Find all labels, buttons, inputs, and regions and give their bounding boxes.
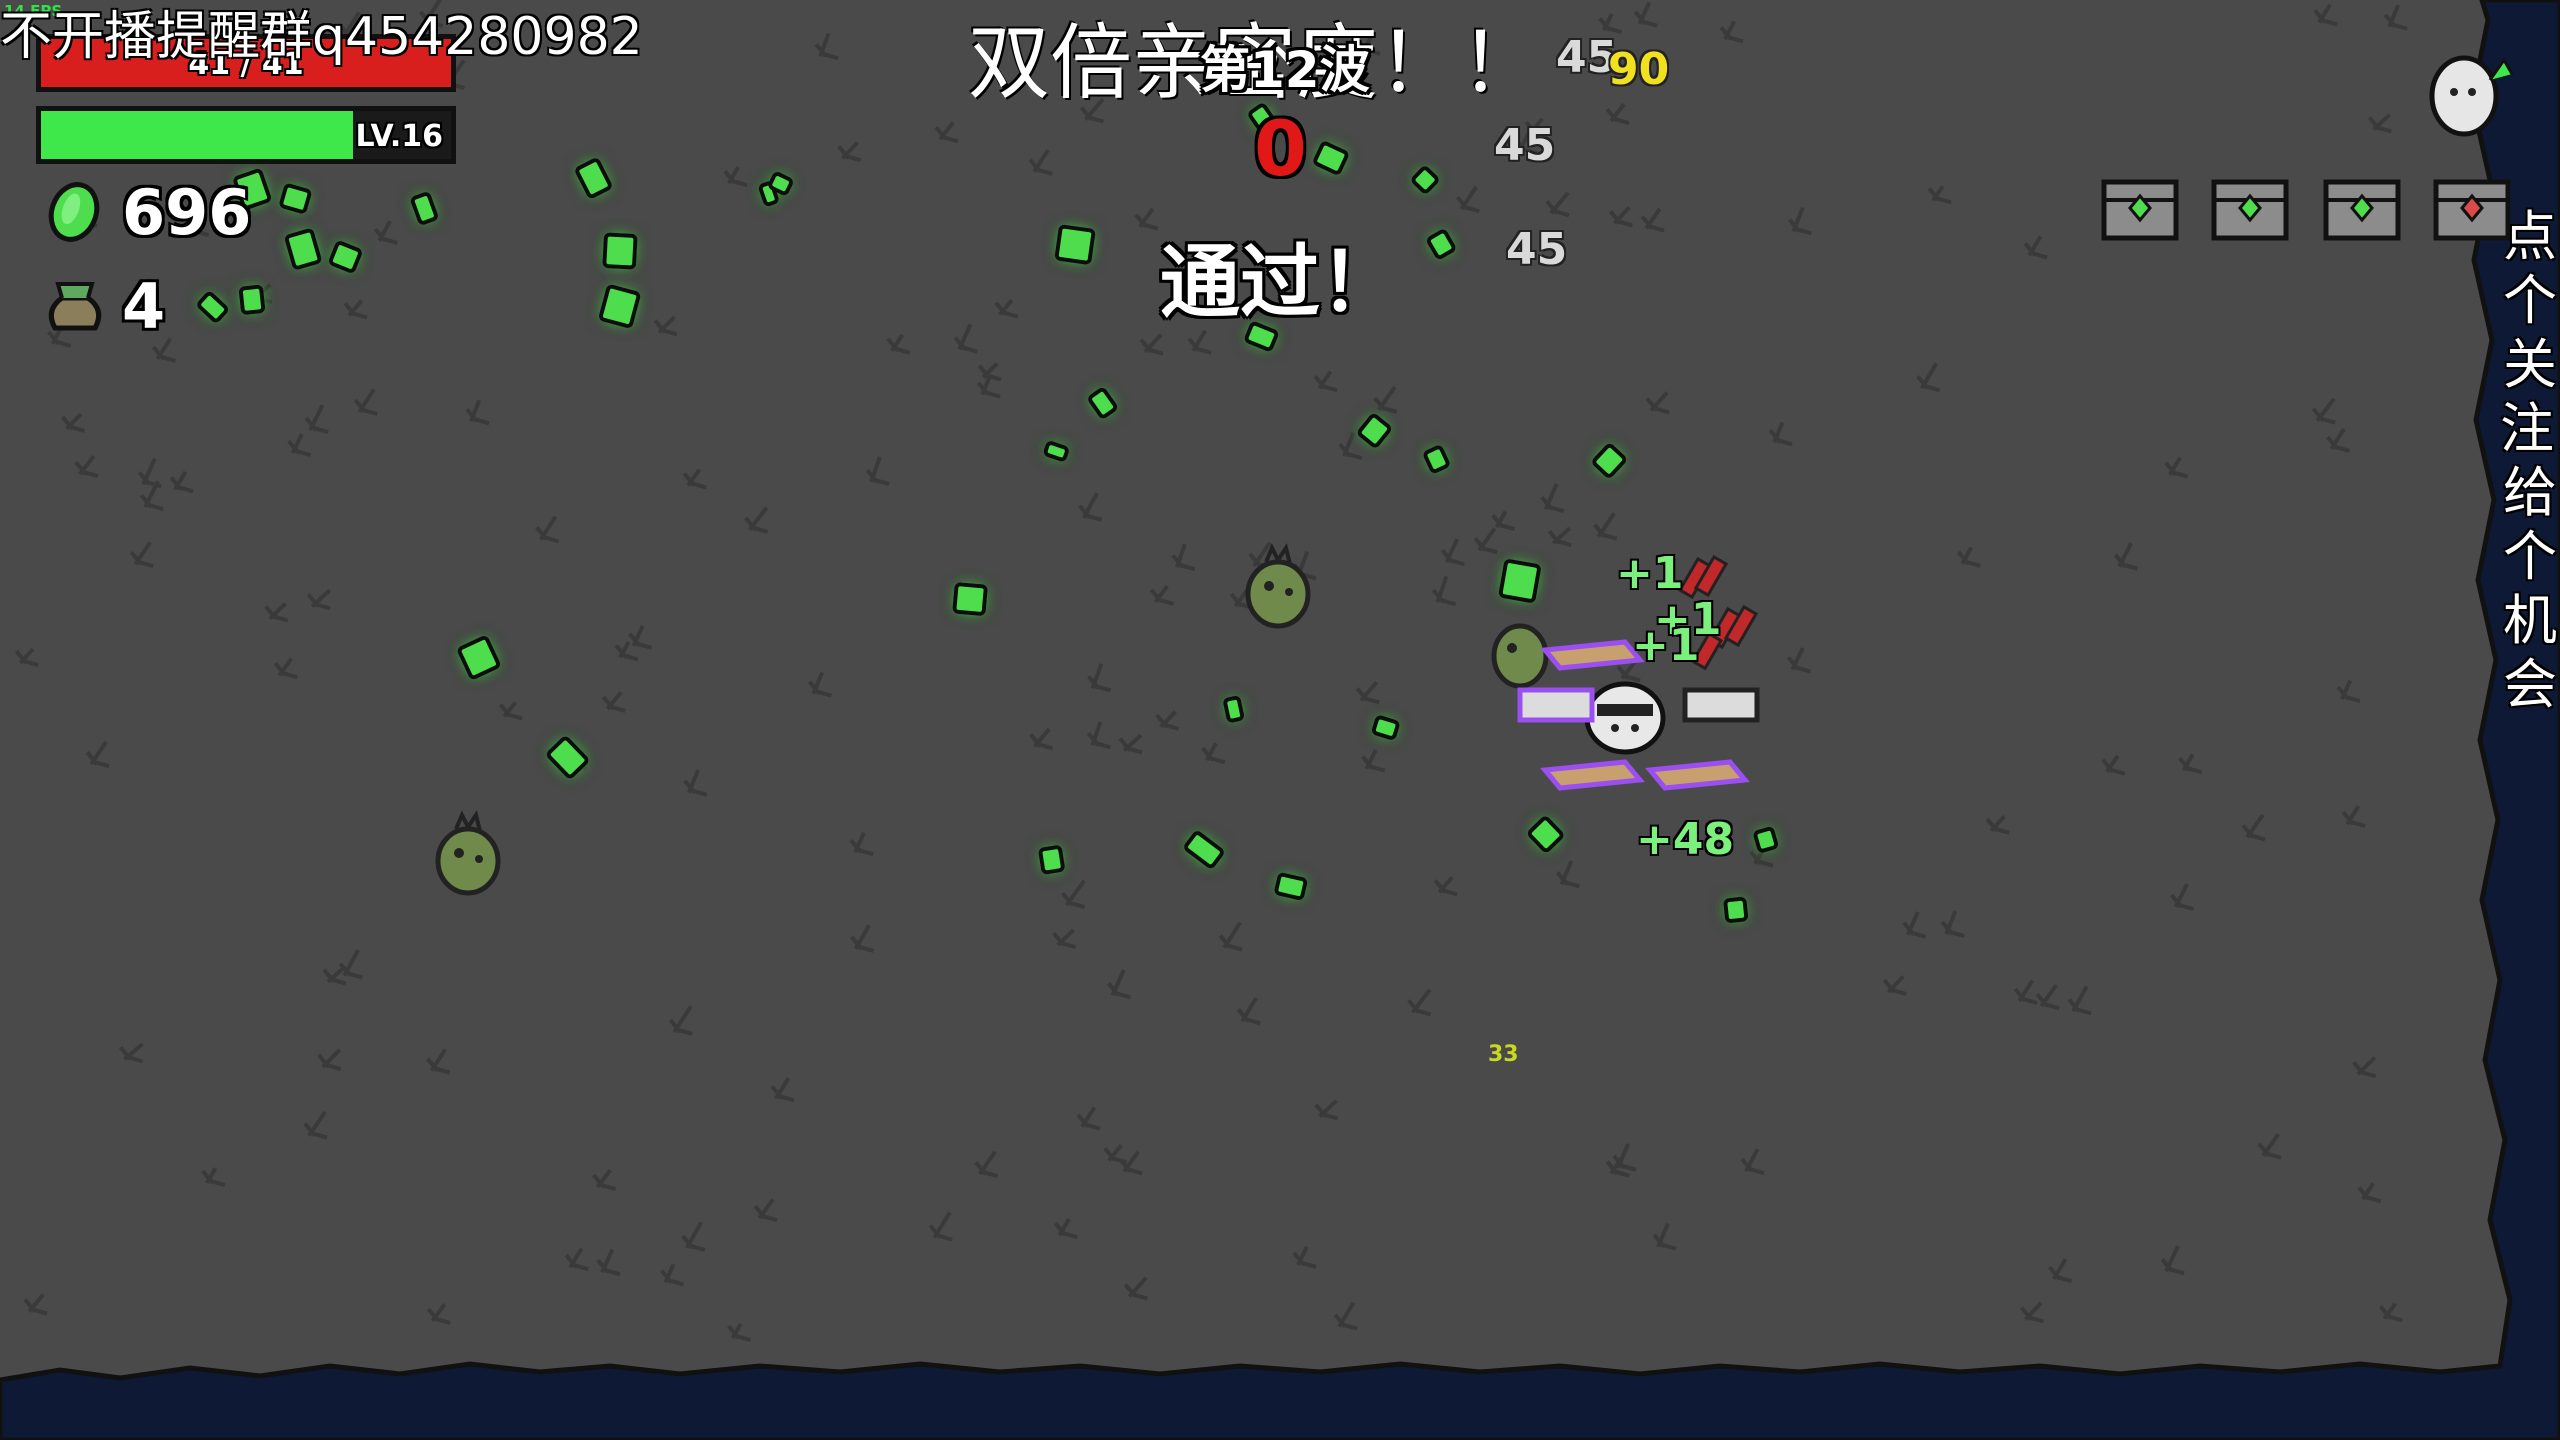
player-character [1584,681,1666,755]
crate-icon [2323,179,2401,241]
damage-number: 45 [1494,120,1556,171]
crit-damage-number: 90 [1608,44,1670,95]
material-drop [952,582,988,616]
material-drop [1038,845,1065,875]
level-label: LV.16 [355,119,443,154]
material-drop [1723,896,1749,923]
streamer-note: 不开播提醒群q454280982 [0,7,643,67]
wave-label: 第12波 [1200,41,1370,99]
xp-bar: LV.16 [36,106,456,164]
materials-count: 696 [122,176,252,249]
money-bag-icon [48,282,102,331]
wave-timer: 0 [1254,104,1307,193]
material-drop [602,232,638,270]
pickup-text: +1 [1632,620,1700,671]
small-number: 33 [1488,1042,1519,1067]
material-drop [1498,559,1541,603]
material-drop [1054,224,1096,265]
crate-icon [2101,179,2179,241]
material-drop [1371,715,1400,740]
wave-cleared-text: 通过！ [1160,236,1400,329]
enemy-alien [1491,623,1549,689]
material-drop [1223,695,1245,723]
vertical-note: 点个关注，给个机会 [2500,205,2560,716]
material-drop [1753,826,1779,853]
material-drop [238,284,266,315]
xp-bar-fill [41,111,353,159]
damage-number: 45 [1506,224,1568,275]
material-drop [599,284,641,328]
bag-count: 4 [122,270,166,343]
material-drop [1274,872,1308,901]
egg-upgrade-icon [2429,55,2514,137]
crate-icon [2211,179,2289,241]
pickup-text: +1 [1616,548,1684,599]
material-drop [279,183,312,214]
pickup-text: +48 [1636,814,1735,865]
green-material-icon [48,182,100,242]
